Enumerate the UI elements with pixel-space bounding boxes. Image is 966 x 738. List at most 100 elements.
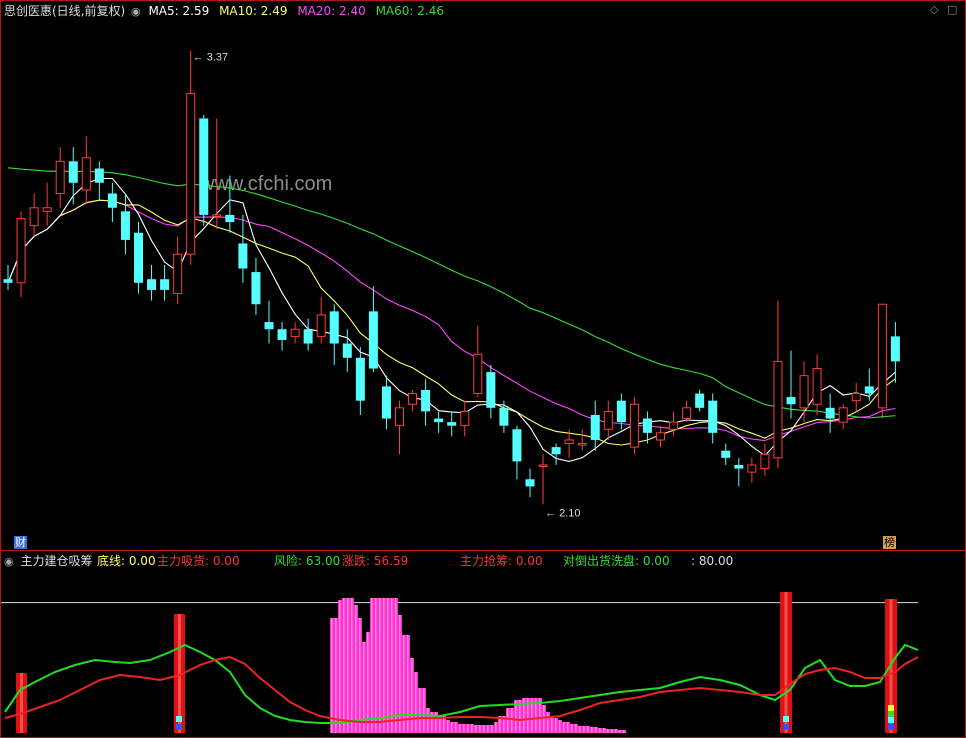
- ma60-label: MA60: 2.46: [375, 4, 444, 18]
- candle-body: [669, 421, 679, 430]
- histogram-highlight: [487, 725, 489, 733]
- candle: [368, 286, 378, 373]
- finance-tag[interactable]: 财: [14, 536, 27, 549]
- settings-icon[interactable]: ◉: [4, 555, 14, 568]
- candle-body: [303, 329, 313, 344]
- candle: [877, 303, 887, 419]
- candle-body: [342, 343, 352, 358]
- histogram-highlight: [343, 598, 345, 733]
- candle-body: [199, 118, 209, 215]
- histogram-highlight: [479, 725, 481, 733]
- candle-body: [512, 429, 522, 462]
- histogram-highlight: [383, 598, 385, 733]
- histogram-highlight: [471, 724, 473, 733]
- candle: [329, 304, 339, 365]
- candle-body: [107, 193, 117, 208]
- candle-body: [616, 400, 626, 423]
- histogram-highlight: [415, 672, 417, 733]
- histogram-highlight: [403, 635, 405, 733]
- candle-body: [277, 329, 287, 340]
- histogram-highlight: [355, 605, 357, 733]
- candle: [590, 400, 600, 451]
- candle-body: [186, 92, 196, 255]
- candle-body: [721, 450, 731, 458]
- candle: [525, 468, 535, 498]
- candle: [577, 429, 587, 451]
- candle: [94, 161, 104, 201]
- candle-body: [160, 279, 170, 290]
- candle: [16, 211, 26, 298]
- histogram-highlight: [615, 729, 617, 733]
- signal-marker: [176, 724, 182, 730]
- chevron-down-icon[interactable]: ◉: [131, 5, 141, 18]
- stock-title[interactable]: 思创医惠(日线,前复权): [4, 4, 125, 18]
- indicator-item: 对倒出货洗盘: 0.00: [563, 554, 670, 568]
- candle-body: [212, 214, 222, 217]
- candle: [238, 214, 248, 283]
- indicator-item: : 80.00: [691, 554, 734, 568]
- candle-body: [590, 414, 600, 440]
- histogram-highlight: [475, 725, 477, 733]
- candle: [708, 393, 718, 444]
- candle-body: [68, 161, 78, 183]
- histogram-highlight: [559, 720, 561, 733]
- histogram-highlight: [507, 708, 509, 733]
- candle-body: [577, 443, 587, 446]
- candle-body: [747, 464, 757, 473]
- candle: [81, 136, 91, 205]
- candle-body: [264, 322, 274, 330]
- histogram-highlight: [543, 705, 545, 733]
- pane-divider[interactable]: [0, 550, 966, 551]
- candle: [512, 425, 522, 480]
- watermark: www.cfchi.com: [199, 173, 332, 195]
- indicator-name[interactable]: 主力建仓吸筹: [20, 554, 92, 568]
- rank-tag[interactable]: 榜: [883, 536, 896, 549]
- candle-body: [499, 407, 509, 426]
- histogram-highlight: [555, 718, 557, 733]
- candle: [316, 297, 326, 344]
- candle-body: [355, 357, 365, 401]
- histogram-highlight: [619, 730, 621, 733]
- candle: [303, 318, 313, 351]
- candle: [629, 397, 639, 455]
- candle: [838, 404, 848, 430]
- candle-body: [329, 311, 339, 344]
- candle-body: [812, 368, 822, 405]
- candle: [538, 454, 548, 505]
- signal-marker: [176, 716, 182, 722]
- candle: [734, 457, 744, 487]
- candle: [42, 182, 52, 226]
- histogram-highlight: [595, 727, 597, 733]
- candle: [251, 257, 261, 315]
- histogram-highlight: [463, 724, 465, 733]
- indicator-item: 涨跌: 56.59: [342, 554, 409, 568]
- histogram-highlight: [495, 722, 497, 733]
- candle-body: [825, 407, 835, 419]
- histogram-highlight: [335, 618, 337, 733]
- histogram-highlight: [607, 729, 609, 733]
- diamond-icon[interactable]: ◇: [930, 3, 938, 16]
- candle: [342, 329, 352, 373]
- signal-marker: [783, 716, 789, 722]
- candle-body: [525, 479, 535, 487]
- candle: [3, 264, 13, 290]
- candle-body: [773, 360, 783, 459]
- histogram-highlight: [339, 600, 341, 733]
- close-icon[interactable]: □: [947, 3, 957, 16]
- candle: [551, 443, 561, 465]
- candle: [825, 393, 835, 433]
- candle-body: [434, 418, 444, 423]
- candle: [721, 443, 731, 465]
- histogram-highlight: [467, 724, 469, 733]
- candle: [421, 379, 431, 426]
- candle-body: [695, 393, 705, 408]
- candlestick-chart[interactable]: www.cfchi.com ← 3.37 ← 2.10: [0, 0, 966, 738]
- candle: [682, 400, 692, 423]
- candle-body: [290, 328, 300, 337]
- signal-bar-highlight: [20, 673, 23, 733]
- candle: [173, 236, 183, 305]
- candle: [760, 443, 770, 476]
- candle-body: [603, 410, 613, 430]
- candle-body: [421, 389, 431, 412]
- low-annotation: ← 2.10: [545, 507, 580, 519]
